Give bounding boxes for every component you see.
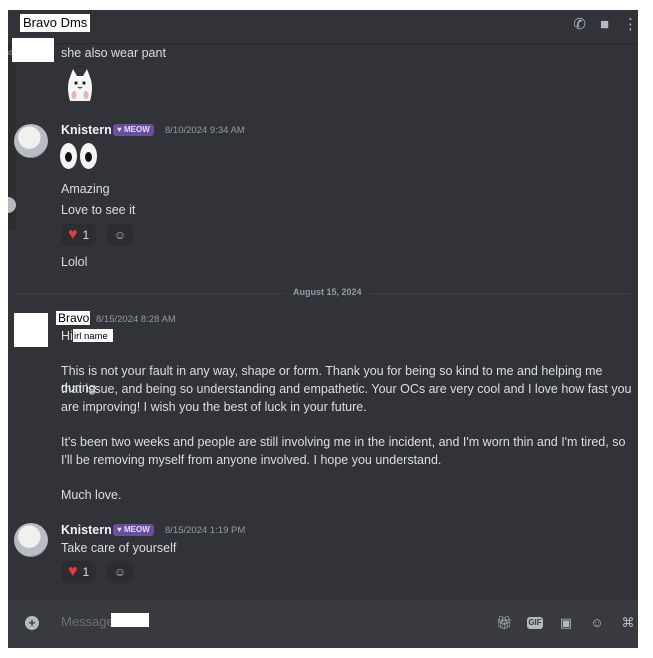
role-badge: ♥ MEOW bbox=[113, 124, 154, 136]
cat-sticker bbox=[68, 69, 92, 101]
message-text: Hi bbox=[61, 329, 73, 343]
gift-icon[interactable]: 🎁︎ bbox=[496, 615, 513, 631]
message-text: Lolol bbox=[61, 255, 88, 269]
redacted-name-label: irl name bbox=[74, 331, 108, 342]
redacted-avatar bbox=[12, 38, 54, 62]
timestamp: 8/15/2024 8:28 AM bbox=[96, 314, 176, 325]
username[interactable]: Knistern bbox=[61, 523, 112, 537]
badge-label: MEOW bbox=[123, 525, 150, 534]
message-text: Love to see it bbox=[61, 203, 136, 217]
plus-icon[interactable]: + bbox=[25, 616, 39, 630]
redacted-avatar bbox=[14, 313, 48, 347]
message-input[interactable]: Message bbox=[61, 614, 114, 629]
gamepad-icon[interactable]: ⌘ bbox=[620, 615, 636, 631]
phone-icon[interactable]: ✆ bbox=[573, 16, 586, 34]
badge-label: MEOW bbox=[123, 125, 150, 134]
date-divider-label: August 15, 2024 bbox=[285, 287, 370, 297]
avatar[interactable] bbox=[14, 124, 48, 158]
message-text: It's been two weeks and people are still… bbox=[61, 435, 626, 449]
message-text: Much love. bbox=[61, 488, 122, 502]
heart-reaction[interactable]: ♥ 1 bbox=[61, 561, 97, 583]
more-icon[interactable]: ⋮ bbox=[623, 16, 638, 34]
add-reaction-icon[interactable]: ☺ bbox=[107, 224, 133, 246]
message-composer: + Message 🎁︎ GIF ▣ ☺ ⌘ bbox=[8, 600, 638, 648]
channel-title: Bravo Dms bbox=[20, 14, 91, 32]
header-actions: ✆ ■ ⋮ bbox=[573, 16, 638, 34]
composer-actions: 🎁︎ GIF ▣ ☺ ⌘ bbox=[496, 615, 636, 631]
sticker-icon[interactable]: ▣ bbox=[558, 615, 574, 631]
message-text: Amazing bbox=[61, 182, 110, 196]
eyes-emoji bbox=[60, 143, 97, 169]
timestamp: 8/15/2024 1:19 PM bbox=[165, 525, 246, 536]
channel-header: Bravo Dms ✆ ■ ⋮ bbox=[8, 10, 638, 44]
emoji-icon[interactable]: ☺ bbox=[589, 615, 605, 631]
message-text: she also wear pant bbox=[61, 46, 166, 60]
add-reaction-icon[interactable]: ☺ bbox=[107, 561, 133, 583]
redacted-recipient bbox=[111, 613, 149, 627]
gif-icon[interactable]: GIF bbox=[527, 617, 543, 629]
heart-icon: ♥ bbox=[68, 226, 78, 243]
reaction-count: 1 bbox=[82, 228, 90, 242]
message-text: that issue, and being so understanding a… bbox=[61, 382, 632, 396]
dm-window: dir Bravo Dms ✆ ■ ⋮ she also wear pant K… bbox=[8, 10, 638, 648]
username[interactable]: Knistern bbox=[61, 123, 112, 137]
video-icon[interactable]: ■ bbox=[600, 16, 609, 34]
message-text: Take care of yourself bbox=[61, 541, 177, 555]
message-text: are improving! I wish you the best of lu… bbox=[61, 400, 367, 414]
sidebar-bubble[interactable] bbox=[8, 197, 16, 213]
heart-reaction[interactable]: ♥ 1 bbox=[61, 224, 97, 246]
role-badge: ♥ MEOW bbox=[113, 524, 154, 536]
message-text: I'll be removing myself from anyone invo… bbox=[61, 453, 442, 467]
avatar[interactable] bbox=[14, 523, 48, 557]
heart-icon: ♥ bbox=[68, 563, 78, 580]
reaction-count: 1 bbox=[82, 565, 90, 579]
username[interactable]: Bravo bbox=[58, 311, 89, 325]
timestamp: 8/10/2024 9:34 AM bbox=[165, 125, 245, 136]
